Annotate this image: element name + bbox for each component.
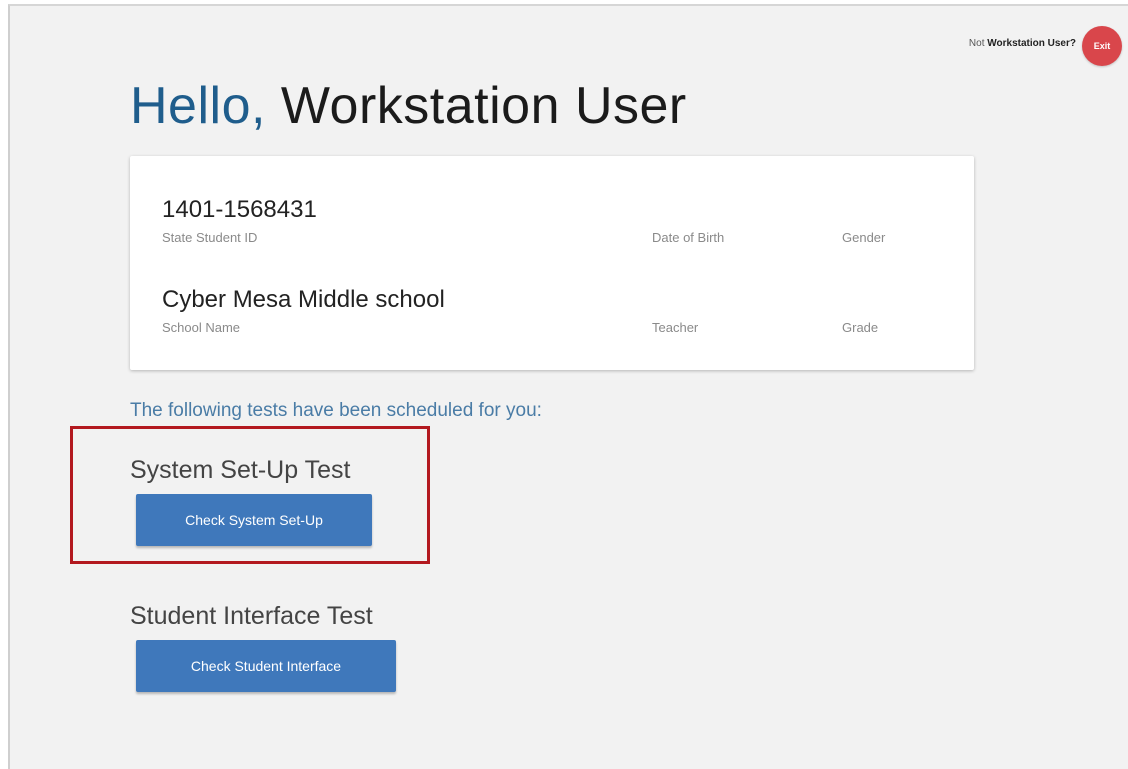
greeting-hello: Hello, <box>130 77 266 135</box>
school-name-label: School Name <box>162 320 241 335</box>
scheduled-tests-heading: The following tests have been scheduled … <box>130 400 542 421</box>
check-student-interface-button[interactable]: Check Student Interface <box>136 640 396 692</box>
student-interface-test-title: Student Interface Test <box>130 602 373 630</box>
exit-button[interactable]: Exit <box>1082 26 1122 66</box>
gender-label: Gender <box>842 230 886 245</box>
page-frame: Not Workstation User? Exit Hello, Workst… <box>8 4 1128 769</box>
grade-label: Grade <box>842 320 879 335</box>
not-user-prefix: Not <box>968 38 985 49</box>
not-user-text[interactable]: Not Workstation User? <box>969 38 1076 49</box>
student-id-value: 1401-1568431 <box>162 196 317 223</box>
page-title: Hello, Workstation User <box>130 76 687 136</box>
school-name-value: Cyber Mesa Middle school <box>162 286 445 313</box>
student-id-label: State Student ID <box>162 230 258 245</box>
current-user-name: Workstation User? <box>987 38 1076 49</box>
date-of-birth-label: Date of Birth <box>652 230 725 245</box>
highlight-box <box>70 426 430 564</box>
student-info-card: 1401-1568431 State Student ID Date of Bi… <box>130 156 974 370</box>
teacher-label: Teacher <box>652 320 699 335</box>
greeting-user-name: Workstation User <box>280 77 687 135</box>
